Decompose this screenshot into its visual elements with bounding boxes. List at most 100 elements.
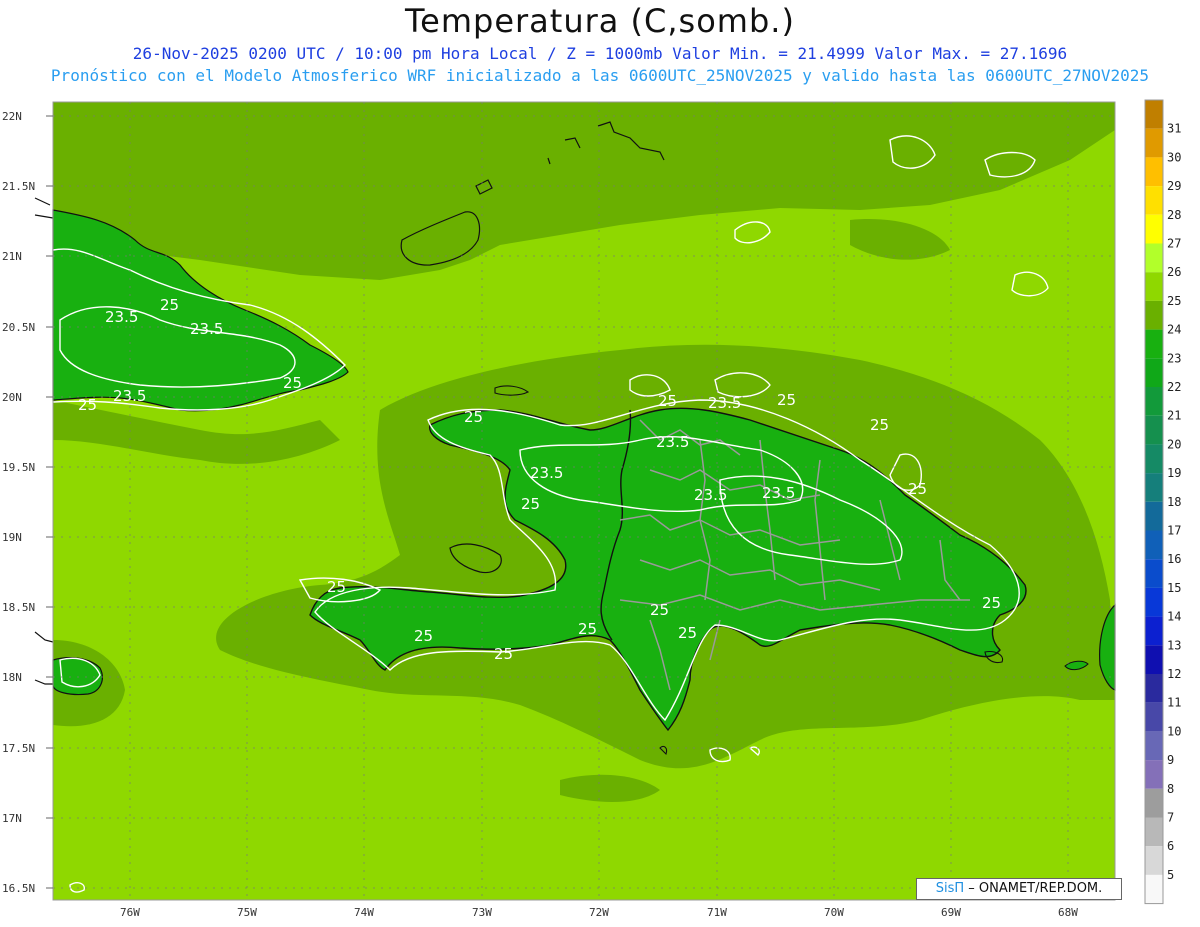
contour-label: 25 <box>327 578 346 596</box>
cuba-south-tip <box>34 197 54 219</box>
contour-label: 25 <box>494 645 513 663</box>
x-tick-label: 73W <box>472 906 492 919</box>
y-ticks <box>46 115 53 889</box>
colorbar-level-label: 6 <box>1167 839 1174 853</box>
y-tick-label: 18N <box>2 671 22 684</box>
colorbar-level-label: 10 <box>1167 724 1181 738</box>
colorbar-swatch <box>1145 214 1163 244</box>
colorbar-swatch <box>1145 817 1163 847</box>
colorbar-swatch <box>1145 300 1163 330</box>
colorbar-swatch <box>1145 100 1163 129</box>
colorbar-level-label: 31 <box>1167 122 1181 136</box>
colorbar-swatch <box>1145 530 1163 560</box>
colorbar-level-label: 30 <box>1167 150 1181 164</box>
colorbar-level-label: 13 <box>1167 638 1181 652</box>
credit-box: SisΠ – ONAMET/REP.DOM. <box>916 878 1122 900</box>
colorbar-swatch <box>1145 128 1163 158</box>
colorbar-level-label: 25 <box>1167 294 1181 308</box>
colorbar-level-label: 12 <box>1167 667 1181 681</box>
contour-label: 25 <box>160 296 179 314</box>
y-tick-label: 16.5N <box>2 882 35 895</box>
contour-label: 25 <box>414 627 433 645</box>
colorbar-level-label: 14 <box>1167 610 1181 624</box>
y-tick-label: 19N <box>2 531 22 544</box>
colorbar-swatch <box>1145 674 1163 703</box>
contour-label: 23.5 <box>105 308 138 326</box>
contour-label: 23.5 <box>694 486 727 504</box>
colorbar-swatch <box>1145 616 1163 646</box>
colorbar-swatch <box>1145 186 1163 215</box>
x-tick-label: 70W <box>824 906 844 919</box>
colorbar-level-label: 18 <box>1167 495 1181 509</box>
colorbar-level-label: 21 <box>1167 409 1181 423</box>
colorbar-swatch <box>1145 501 1163 531</box>
colorbar-swatch <box>1145 329 1163 359</box>
x-tick-label: 76W <box>120 906 140 919</box>
colorbar-level-label: 5 <box>1167 868 1174 882</box>
contour-label: 23.5 <box>762 484 795 502</box>
colorbar-swatch <box>1145 559 1163 588</box>
y-tick-label: 17.5N <box>2 742 35 755</box>
colorbar-level-label: 24 <box>1167 323 1181 337</box>
colorbar-swatch <box>1145 846 1163 875</box>
colorbar-swatch <box>1145 358 1163 387</box>
y-tick-label: 22N <box>2 110 22 123</box>
y-tick-label: 21.5N <box>2 180 35 193</box>
y-tick-label: 20N <box>2 391 22 404</box>
colorbar-level-label: 28 <box>1167 208 1181 222</box>
contour-label: 25 <box>908 480 927 498</box>
contour-label: 25 <box>777 391 796 409</box>
contour-label: 25 <box>658 392 677 410</box>
colorbar-level-label: 29 <box>1167 179 1181 193</box>
x-axis: 76W 75W 74W 73W 72W 71W 70W 69W 68W <box>120 906 1078 919</box>
colorbar-level-label: 19 <box>1167 466 1181 480</box>
y-tick-label: 20.5N <box>2 321 35 334</box>
contour-label: 25 <box>464 408 483 426</box>
contour-label: 25 <box>521 495 540 513</box>
x-tick-label: 72W <box>589 906 609 919</box>
y-tick-label: 21N <box>2 250 22 263</box>
colorbar-level-label: 8 <box>1167 782 1174 796</box>
jamaica-west-coast <box>34 631 54 685</box>
colorbar-level-label: 11 <box>1167 696 1181 710</box>
y-tick-label: 17N <box>2 812 22 825</box>
colorbar-swatch <box>1145 731 1163 761</box>
colorbar-swatch <box>1145 272 1163 301</box>
contour-label: 25 <box>283 374 302 392</box>
colorbar-level-label: 23 <box>1167 351 1181 365</box>
colorbar-swatch <box>1145 157 1163 187</box>
contour-label: 25 <box>78 396 97 414</box>
colorbar-swatch <box>1145 444 1163 474</box>
colorbar-level-label: 27 <box>1167 237 1181 251</box>
contour-label: 25 <box>650 601 669 619</box>
x-tick-label: 68W <box>1058 906 1078 919</box>
x-tick-label: 69W <box>941 906 961 919</box>
colorbar-level-label: 16 <box>1167 552 1181 566</box>
colorbar-level-label: 20 <box>1167 437 1181 451</box>
colorbar-level-label: 17 <box>1167 524 1181 538</box>
contour-label: 23.5 <box>190 320 223 338</box>
colorbar-level-label: 7 <box>1167 811 1174 825</box>
colorbar-swatch <box>1145 587 1163 617</box>
contour-label: 25 <box>678 624 697 642</box>
colorbar-swatch <box>1145 645 1163 674</box>
x-tick-label: 75W <box>237 906 257 919</box>
contour-label: 23.5 <box>530 464 563 482</box>
contour-label: 25 <box>870 416 889 434</box>
colorbar-swatch <box>1145 415 1163 445</box>
colorbar-swatch <box>1145 874 1163 904</box>
colorbar-level-label: 26 <box>1167 265 1181 279</box>
contour-label: 23.5 <box>708 394 741 412</box>
contour-label: 23.5 <box>113 387 146 405</box>
colorbar-swatch <box>1145 788 1163 818</box>
colorbar: 31 30 29 28 27 26 25 24 23 22 21 20 19 18 17 16 15 14 13 12… <box>1144 99 1181 905</box>
temperature-map: 22N 21.5N 21N 20.5N 20N 19.5N 19N 18.5N … <box>2 99 1181 919</box>
colorbar-swatch <box>1145 243 1163 273</box>
colorbar-level-label: 22 <box>1167 380 1181 394</box>
credit-text: – ONAMET/REP.DOM. <box>964 881 1103 896</box>
colorbar-swatch <box>1145 473 1163 502</box>
colorbar-swatch <box>1145 387 1163 416</box>
x-tick-label: 74W <box>354 906 374 919</box>
colorbar-swatch <box>1145 760 1163 789</box>
contour-label: 25 <box>982 594 1001 612</box>
